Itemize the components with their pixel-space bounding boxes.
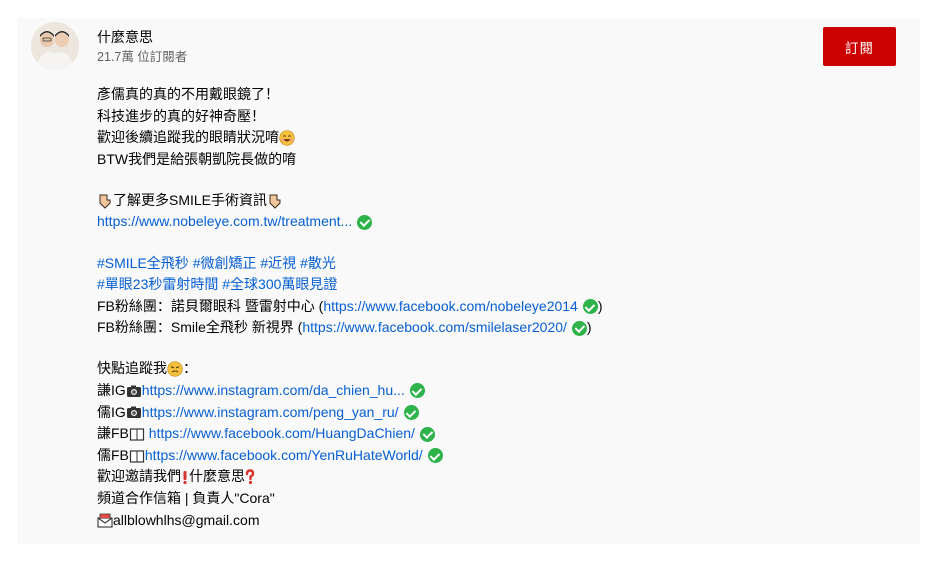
social-1-link[interactable]: https://www.instagram.com/da_chien_hu... xyxy=(142,380,405,402)
hashtag-link[interactable]: #近視 xyxy=(260,253,296,275)
social-line-2: 儒IG https://www.instagram.com/peng_yan_r… xyxy=(97,402,877,424)
social-4-link[interactable]: https://www.facebook.com/YenRuHateWorld/ xyxy=(145,445,423,467)
social-line-3: 謙FB https://www.facebook.com/HuangDaChie… xyxy=(97,423,877,445)
fb-fanpage-2-link[interactable]: https://www.facebook.com/smilelaser2020/ xyxy=(302,317,567,339)
social-line-4: 儒FB https://www.facebook.com/YenRuHateWo… xyxy=(97,445,877,467)
fb-fanpage-1-link[interactable]: https://www.facebook.com/nobeleye2014 xyxy=(323,296,578,318)
social-4-label: 儒FB xyxy=(97,446,129,463)
pointing-down-icon xyxy=(267,193,283,209)
subscriber-count: 21.7萬 位訂閱者 xyxy=(97,50,188,64)
subscribe-button[interactable]: 訂閱 xyxy=(823,27,896,66)
treatment-link-line: https://www.nobeleye.com.tw/treatment... xyxy=(97,211,877,233)
question-icon xyxy=(245,469,255,485)
social-2-label: 儒IG xyxy=(97,403,126,420)
smile-emoji-icon xyxy=(279,130,295,146)
follow-label: 快點追蹤我 xyxy=(97,360,167,377)
pointing-down-icon xyxy=(97,193,113,209)
follow-line: 快點追蹤我 ： xyxy=(97,358,877,380)
email-line: allblowhlhs@gmail.com xyxy=(97,510,877,532)
hashtags-line-2: #單眼23秒雷射時間 #全球300萬眼見證 xyxy=(97,274,877,296)
fb-fanpage-2-label: FB粉絲團：Smile全飛秒 新視界 ( xyxy=(97,319,303,336)
fb-fanpage-1-label: FB粉絲團：諾貝爾眼科 暨雷射中心 ( xyxy=(97,297,324,314)
social-line-1: 謙IG https://www.instagram.com/da_chien_h… xyxy=(97,380,877,402)
email-address[interactable]: allblowhlhs@gmail.com xyxy=(113,510,260,532)
camera-icon xyxy=(126,383,142,399)
intro-line-1: 彥儒真的真的不用戴眼鏡了！ xyxy=(97,86,279,102)
check-mark-icon xyxy=(419,426,435,442)
exclamation-icon xyxy=(181,469,189,485)
business-line: 頻道合作信箱 | 負責人"Cora" xyxy=(97,490,275,506)
check-mark-icon xyxy=(582,299,598,315)
invite-name: 什麼意思 xyxy=(189,468,245,485)
hashtags-line-1: #SMILE全飛秒 #微創矯正 #近視 #散光 xyxy=(97,253,877,275)
book-icon xyxy=(129,448,145,464)
more-info-line: 了解更多SMILE手術資訊 xyxy=(97,190,877,212)
fb-fanpage-line-2: FB粉絲團：Smile全飛秒 新視界 ( https://www.faceboo… xyxy=(97,317,877,339)
intro-line-3-text: 歡迎後續追蹤我的眼睛狀況唷 xyxy=(97,129,279,146)
fb-fanpage-2-suffix: ) xyxy=(586,319,592,336)
channel-name[interactable]: 什麼意思 xyxy=(97,27,153,47)
check-mark-icon xyxy=(571,320,587,336)
invite-prefix: 歡迎邀請我們 xyxy=(97,468,181,485)
fb-fanpage-1-suffix: ) xyxy=(597,297,603,314)
social-2-link[interactable]: https://www.instagram.com/peng_yan_ru/ xyxy=(142,402,399,424)
book-icon xyxy=(129,426,145,442)
check-mark-icon xyxy=(357,214,373,230)
check-mark-icon xyxy=(409,383,425,399)
hashtag-link[interactable]: #全球300萬眼見證 xyxy=(222,274,337,296)
intro-line-4: BTW我們是給張朝凱院長做的唷 xyxy=(97,150,297,167)
camera-icon xyxy=(126,404,142,420)
check-mark-icon xyxy=(427,448,443,464)
intro-line-2: 科技進步的真的好神奇壓！ xyxy=(97,107,265,124)
social-3-link[interactable]: https://www.facebook.com/HuangDaChien/ xyxy=(149,423,415,445)
hashtag-link[interactable]: #散光 xyxy=(300,253,336,275)
hashtag-link[interactable]: #SMILE全飛秒 xyxy=(97,253,189,275)
smirk-emoji-icon xyxy=(167,361,183,377)
intro-line-3: 歡迎後續追蹤我的眼睛狀況唷 xyxy=(97,127,877,149)
video-description: 彥儒真的真的不用戴眼鏡了！ 科技進步的真的好神奇壓！ 歡迎後續追蹤我的眼睛狀況唷… xyxy=(97,84,877,531)
channel-avatar[interactable] xyxy=(31,22,79,70)
invite-line: 歡迎邀請我們 什麼意思 xyxy=(97,466,877,488)
fb-fanpage-line-1: FB粉絲團：諾貝爾眼科 暨雷射中心 ( https://www.facebook… xyxy=(97,296,877,318)
follow-colon: ： xyxy=(183,360,197,377)
more-info-text: 了解更多SMILE手術資訊 xyxy=(113,191,268,208)
treatment-link[interactable]: https://www.nobeleye.com.tw/treatment... xyxy=(97,211,352,233)
social-1-label: 謙IG xyxy=(97,382,126,399)
hashtag-link[interactable]: #單眼23秒雷射時間 xyxy=(97,274,218,296)
hashtag-link[interactable]: #微創矯正 xyxy=(193,253,257,275)
check-mark-icon xyxy=(403,404,419,420)
social-3-label: 謙FB xyxy=(97,425,129,442)
envelope-icon xyxy=(97,512,113,528)
